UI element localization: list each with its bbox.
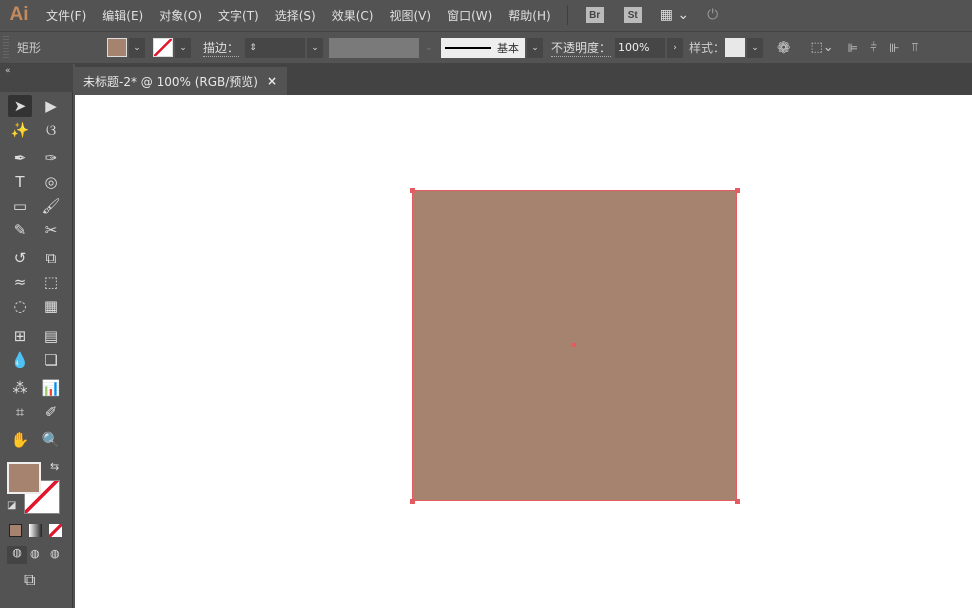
warp-tool[interactable]: ≈ xyxy=(8,271,32,293)
menu-bar: Ai 文件(F) 编辑(E) 对象(O) 文字(T) 选择(S) 效果(C) 视图(V) 窗口… xyxy=(0,0,972,30)
sync-icon[interactable]: ⏻ xyxy=(707,7,718,23)
opacity-input[interactable]: 100% xyxy=(615,37,666,58)
spiral-tool[interactable]: ◎ xyxy=(39,171,63,193)
menu-item[interactable]: 编辑(E) xyxy=(94,7,151,24)
close-tab-icon[interactable]: × xyxy=(267,74,277,88)
perspective-grid-tool[interactable]: ▦ xyxy=(39,295,63,317)
brush-definition[interactable]: 基本 xyxy=(441,37,526,58)
stroke-swatch[interactable] xyxy=(153,38,173,57)
draw-normal-icon[interactable]: ◍ xyxy=(7,546,27,564)
stroke-label: 描边： xyxy=(203,40,240,57)
magic-wand-tool[interactable]: ✨ xyxy=(8,119,32,141)
rotate-tool[interactable]: ↺ xyxy=(8,247,32,269)
mesh-tool[interactable]: ⊞ xyxy=(8,325,32,347)
menu-item[interactable]: 帮助(H) xyxy=(500,7,558,24)
app-logo: Ai xyxy=(9,4,29,25)
free-transform-tool[interactable]: ⬚ xyxy=(39,271,63,293)
align-top-icon[interactable]: ⫪ xyxy=(911,40,918,55)
symbol-sprayer-tool[interactable]: ⁂ xyxy=(8,377,32,399)
type-tool[interactable]: T xyxy=(8,171,32,193)
draw-inside-icon[interactable]: ◍ xyxy=(50,547,60,560)
stock-button[interactable]: St xyxy=(623,7,642,23)
column-graph-tool[interactable]: 📊 xyxy=(39,377,63,399)
draw-behind-icon[interactable]: ◍ xyxy=(30,547,40,560)
artboard-canvas[interactable] xyxy=(75,95,972,608)
rectangle-tool[interactable]: ▭ xyxy=(8,195,32,217)
align-center-icon[interactable]: ⫩ xyxy=(870,40,877,55)
gradient-mode-button[interactable] xyxy=(29,524,42,537)
default-colors-icon[interactable]: ◪ xyxy=(7,500,16,511)
blend-tool[interactable]: ❏ xyxy=(39,349,63,371)
divider xyxy=(566,5,568,25)
align-right-icon[interactable]: ⊪ xyxy=(889,41,899,55)
style-dropdown[interactable]: ⌄ xyxy=(747,37,764,58)
zoom-tool[interactable]: 🔍 xyxy=(39,429,63,451)
bridge-button[interactable]: Br xyxy=(585,7,604,23)
document-tab-title: 未标题-2* @ 100% (RGB/预览) xyxy=(83,74,258,89)
fill-dropdown[interactable]: ⌄ xyxy=(129,37,145,58)
opacity-arrow[interactable]: › xyxy=(667,37,684,58)
workspace-layout-icon[interactable]: ▦ ⌄ xyxy=(660,7,689,23)
align-to-icon[interactable]: ⬚⌄ xyxy=(810,40,833,55)
lasso-tool[interactable]: ଓ xyxy=(39,119,63,141)
fill-swatch[interactable] xyxy=(107,38,127,57)
menu-item[interactable]: 视图(V) xyxy=(381,7,439,24)
curvature-tool[interactable]: ✑ xyxy=(39,147,63,169)
shaper-tool[interactable]: ✎ xyxy=(8,219,32,241)
brush-dropdown[interactable]: ⌄ xyxy=(527,37,544,58)
recolor-artwork-icon[interactable]: ❁ xyxy=(777,38,790,57)
style-label: 样式： xyxy=(689,41,726,55)
direct-selection-tool[interactable]: ▶ xyxy=(39,95,63,117)
swap-colors-icon[interactable]: ⇆ xyxy=(50,460,59,473)
menu-item[interactable]: 对象(O) xyxy=(151,7,210,24)
grip-handle[interactable] xyxy=(3,35,9,60)
tools-panel: ➤ ▶ ✨ ଓ ✒ ✑ T ◎ ▭ 🖌 ✎ ✂ ↺ ⧉ ≈ ⬚ ◌ ▦ ⊞ ▤ 💧 ❏ ⁂ 📊 ⌗ ✐ ✋ 🔍 ⇆ ◪ ◍ ◍ ◍ ⧉ xyxy=(0,92,73,608)
menu-item[interactable]: 效果(C) xyxy=(324,7,382,24)
menu-item[interactable]: 文件(F) xyxy=(38,7,94,24)
screen-mode-icon[interactable]: ⧉ xyxy=(24,570,35,590)
style-swatch[interactable] xyxy=(725,38,746,57)
collapse-icon[interactable]: « xyxy=(5,66,11,76)
document-tab-bar: 未标题-2* @ 100% (RGB/预览) × xyxy=(75,64,972,95)
align-left-icon[interactable]: ⊫ xyxy=(848,41,858,55)
eyedropper-tool[interactable]: 💧 xyxy=(8,349,32,371)
scissors-tool[interactable]: ✂ xyxy=(39,219,63,241)
fill-color-box[interactable] xyxy=(7,462,41,494)
hand-tool[interactable]: ✋ xyxy=(8,429,32,451)
selection-handle[interactable] xyxy=(735,188,740,193)
stroke-weight-stepper[interactable]: ⇕ xyxy=(245,37,262,58)
artboard-tool[interactable]: ⌗ xyxy=(8,401,32,423)
selection-tool[interactable]: ➤ xyxy=(8,95,32,117)
scale-tool[interactable]: ⧉ xyxy=(39,247,63,269)
pen-tool[interactable]: ✒ xyxy=(8,147,32,169)
document-tab[interactable]: 未标题-2* @ 100% (RGB/预览) × xyxy=(75,67,287,95)
brush-label: 基本 xyxy=(497,41,520,55)
selection-type-label: 矩形 xyxy=(17,41,42,55)
center-point xyxy=(572,343,576,347)
shape-builder-tool[interactable]: ◌ xyxy=(8,295,32,317)
gradient-tool[interactable]: ▤ xyxy=(39,325,63,347)
opacity-label[interactable]: 不透明度： xyxy=(551,39,612,57)
menu-item[interactable]: 窗口(W) xyxy=(439,7,500,24)
menu-item[interactable]: 选择(S) xyxy=(267,7,324,24)
toolbar-header: « xyxy=(0,64,73,92)
slice-tool[interactable]: ✐ xyxy=(39,401,63,423)
stroke-weight-input[interactable] xyxy=(261,37,306,58)
profile-dropdown: ⌄ xyxy=(425,42,433,53)
stroke-dropdown[interactable]: ⌄ xyxy=(175,37,191,58)
variable-width-profile[interactable] xyxy=(329,37,420,58)
selection-handle[interactable] xyxy=(410,499,415,504)
selection-handle[interactable] xyxy=(410,188,415,193)
none-mode-button[interactable] xyxy=(49,524,62,537)
selection-handle[interactable] xyxy=(735,499,740,504)
control-bar: 矩形 ⌄ ⌄ 描边： ⇕ ⌄ ⌄ 基本 ⌄ 不透明度： 100% › 样式： ⌄… xyxy=(0,31,972,64)
color-mode-button[interactable] xyxy=(9,524,22,537)
paintbrush-tool[interactable]: 🖌 xyxy=(39,195,63,217)
menu-item[interactable]: 文字(T) xyxy=(210,7,267,24)
stroke-weight-dropdown[interactable]: ⌄ xyxy=(307,37,324,58)
